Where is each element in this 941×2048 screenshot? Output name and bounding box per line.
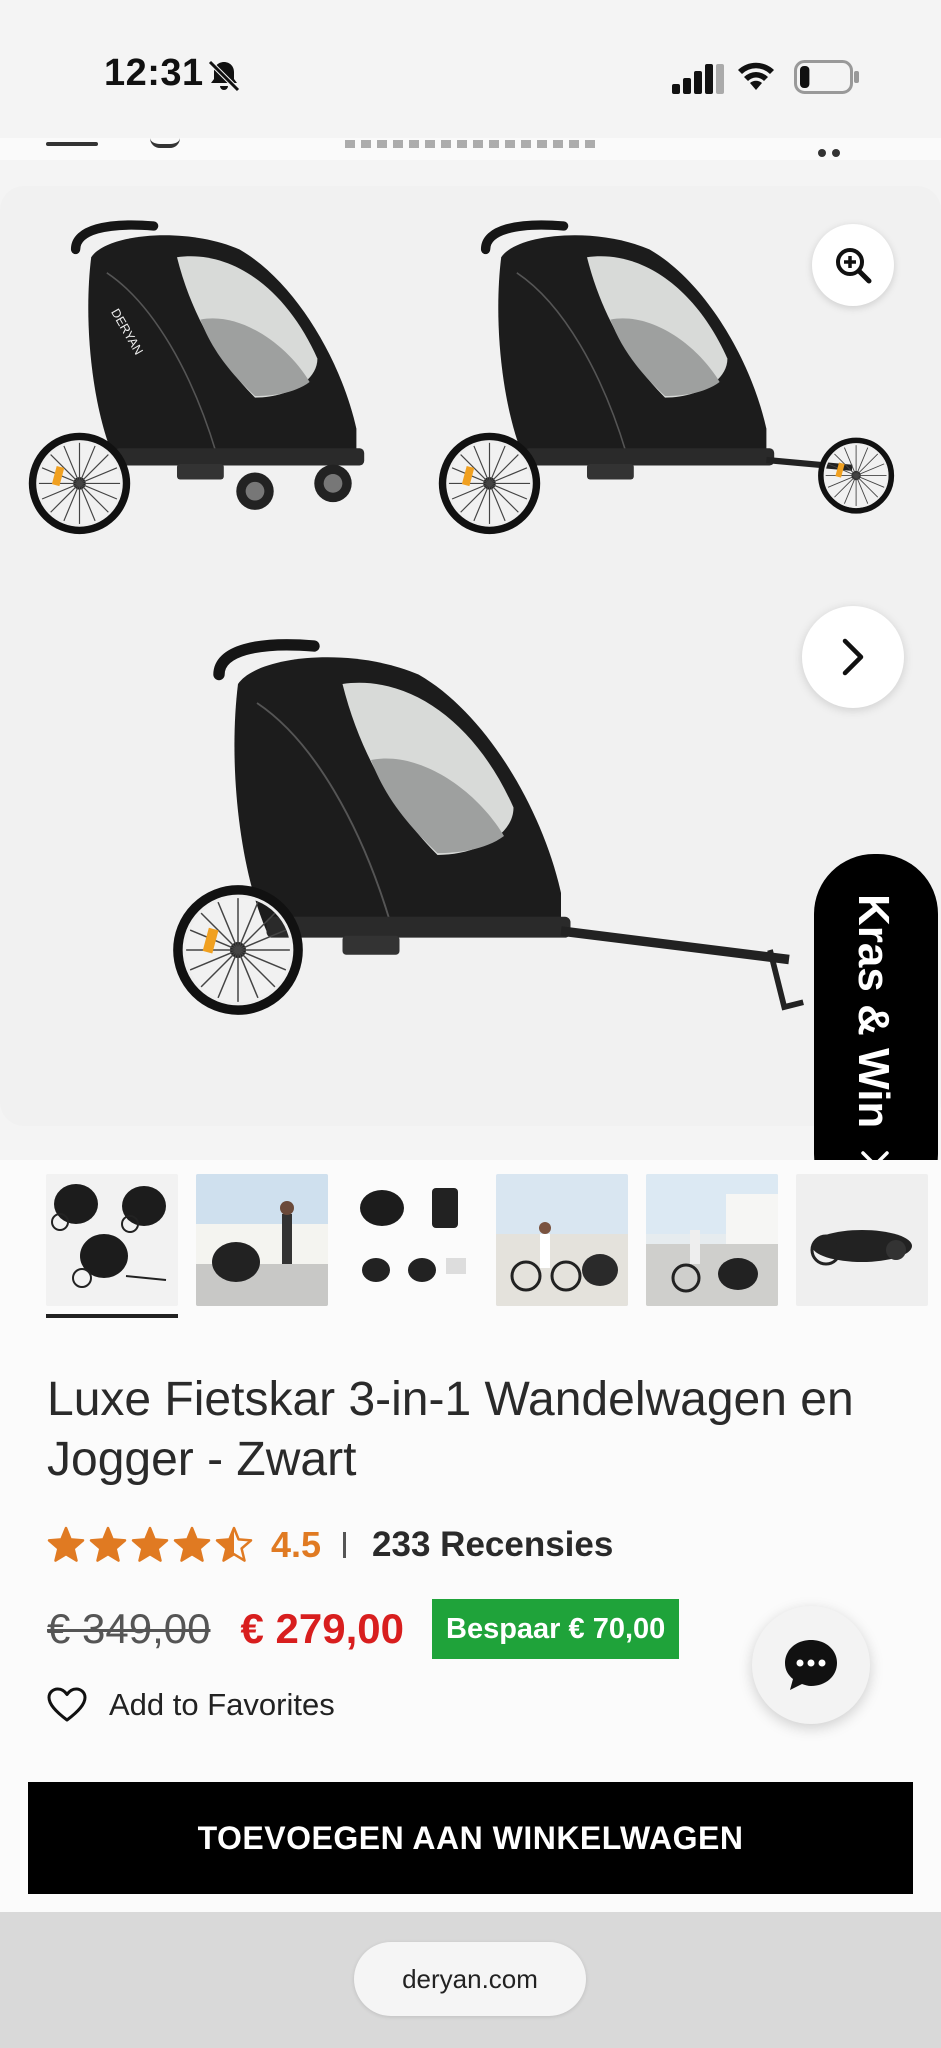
price-row: € 349,00 € 279,00 Bespaar € 70,00 [47, 1598, 680, 1660]
add-to-cart-button[interactable]: TOEVOEGEN AAN WINKELWAGEN [28, 1782, 913, 1894]
status-time: 12:31 [104, 52, 204, 94]
star-icon [173, 1526, 211, 1562]
product-image: DERYAN [0, 186, 941, 1126]
thumbnail-4[interactable] [496, 1174, 628, 1306]
original-price: € 349,00 [47, 1605, 211, 1652]
search-icon[interactable] [150, 138, 180, 148]
star-icon [131, 1526, 169, 1562]
signal-icon [672, 64, 724, 94]
rating-row[interactable]: 4.5 233 Recensies [47, 1520, 613, 1570]
favorites-label: Add to Favorites [109, 1687, 335, 1722]
rating-divider [343, 1532, 347, 1558]
site-logo[interactable] [345, 140, 595, 148]
selected-thumbnail-indicator [46, 1314, 178, 1318]
zoom-button[interactable] [812, 224, 894, 306]
browser-bar: deryan.com [0, 1912, 941, 2048]
review-count-link[interactable]: 233 Recensies [372, 1525, 613, 1565]
thumbnail-1[interactable] [46, 1174, 178, 1306]
wifi-icon [738, 62, 774, 90]
thumbnail-6[interactable] [796, 1174, 928, 1306]
thumbnail-5[interactable] [646, 1174, 778, 1306]
battery-icon [794, 60, 859, 94]
zoom-in-icon [836, 248, 872, 284]
chevron-right-icon [842, 638, 864, 676]
heart-icon [47, 1687, 87, 1722]
status-bar: 12:31 [0, 0, 941, 148]
savings-badge: Bespaar € 70,00 [432, 1599, 680, 1659]
next-image-button[interactable] [802, 606, 904, 708]
bell-slash-icon [208, 60, 240, 92]
url-bar[interactable]: deryan.com [354, 1942, 586, 2016]
product-title: Luxe Fietskar 3-in-1 Wandelwagen en Jogg… [47, 1373, 854, 1486]
star-icon [47, 1526, 85, 1562]
menu-icon[interactable] [46, 142, 98, 146]
product-info: Luxe Fietskar 3-in-1 Wandelwagen en Jogg… [0, 1320, 941, 1912]
star-rating [47, 1526, 253, 1564]
product-gallery[interactable]: DERYAN [0, 186, 941, 1126]
star-icon [89, 1526, 127, 1562]
site-header [0, 138, 941, 160]
rating-value: 4.5 [271, 1524, 322, 1565]
star-icon [215, 1526, 253, 1562]
add-to-favorites-button[interactable]: Add to Favorites [47, 1682, 335, 1728]
sale-price: € 279,00 [240, 1605, 405, 1652]
chat-button[interactable] [752, 1606, 870, 1724]
promo-label: Kras & Win [849, 894, 898, 1129]
thumbnail-3[interactable] [346, 1174, 478, 1306]
cart-icon[interactable] [818, 144, 848, 157]
chat-icon [785, 1640, 837, 1690]
thumbnail-strip[interactable] [0, 1160, 941, 1320]
thumbnail-2[interactable] [196, 1174, 328, 1306]
